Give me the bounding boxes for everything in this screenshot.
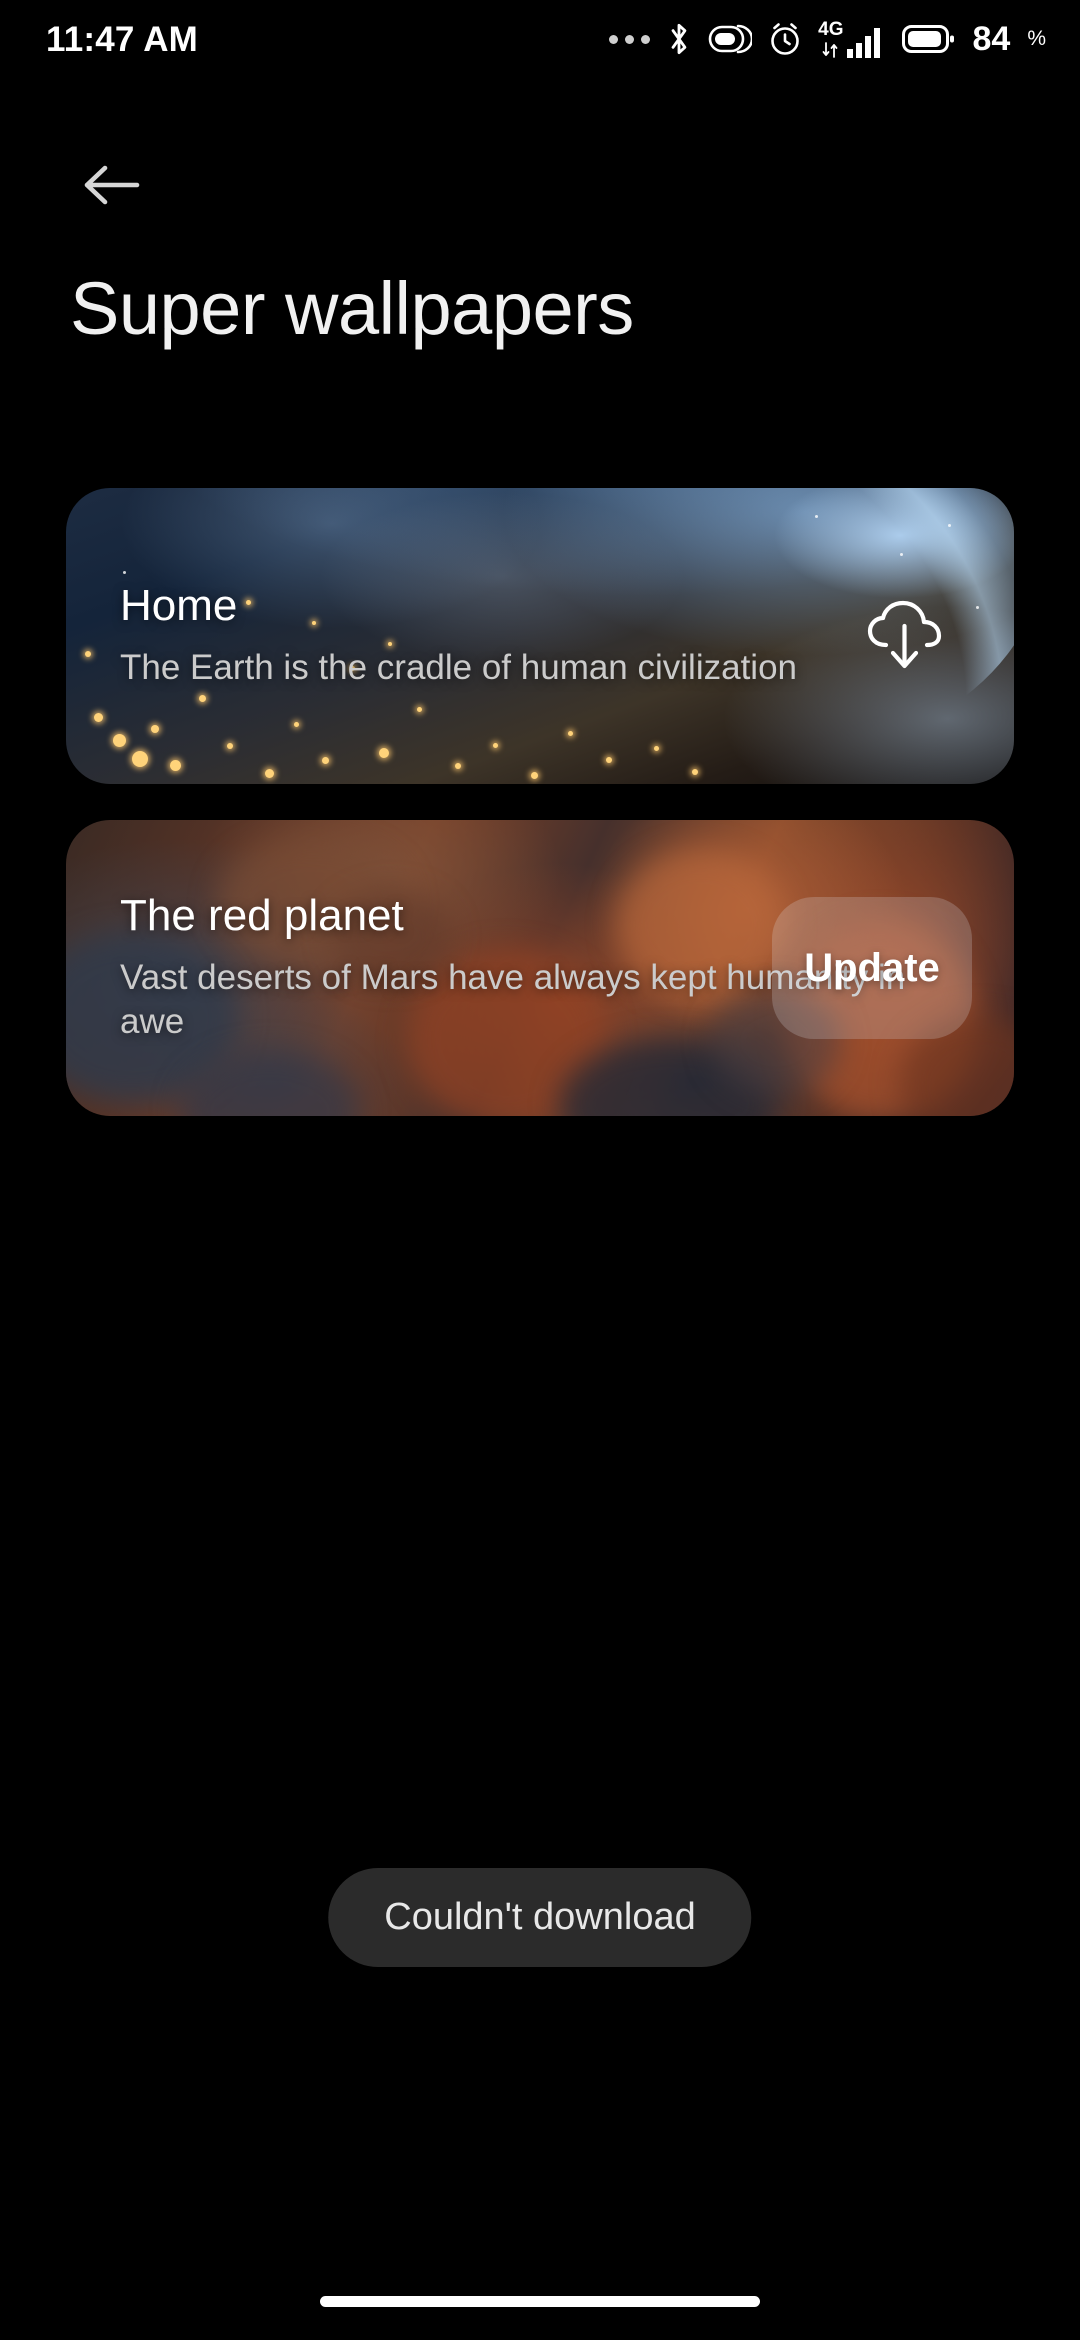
phone-screen: 11:47 AM 4G 84 % Super wallpapers Home T… [0, 0, 1080, 2340]
more-dots-icon [609, 34, 651, 44]
toast-text: Couldn't download [384, 1896, 696, 1938]
alarm-clock-icon [766, 20, 804, 58]
update-button-label: Update [804, 945, 940, 990]
percent-sign: % [1027, 27, 1046, 50]
battery-saver-icon [708, 22, 753, 56]
network-type-label: 4G [818, 18, 844, 40]
mobile-signal-icon: 4G [818, 20, 888, 59]
wallpaper-card-red-planet[interactable]: The red planet Vast deserts of Mars have… [66, 820, 1014, 1116]
status-bar-icons: 4G 84 % [609, 20, 1046, 59]
wallpaper-list: Home The Earth is the cradle of human ci… [66, 488, 1014, 1152]
battery-percent-label: 84 [972, 20, 1011, 58]
cloud-download-icon[interactable] [858, 590, 950, 682]
wallpaper-card-home[interactable]: Home The Earth is the cradle of human ci… [66, 488, 1014, 784]
toast-message: Couldn't download [328, 1868, 752, 1967]
home-gesture-bar[interactable] [320, 2295, 760, 2307]
bluetooth-icon [664, 20, 694, 58]
update-button[interactable]: Update [772, 897, 972, 1039]
page-title: Super wallpapers [70, 267, 634, 350]
status-bar: 11:47 AM 4G 84 % [0, 0, 1080, 78]
back-arrow-icon [84, 165, 140, 205]
battery-icon [902, 23, 955, 55]
status-bar-clock: 11:47 AM [46, 19, 199, 59]
navigation-bar [0, 2262, 1080, 2340]
back-button[interactable] [68, 142, 154, 228]
